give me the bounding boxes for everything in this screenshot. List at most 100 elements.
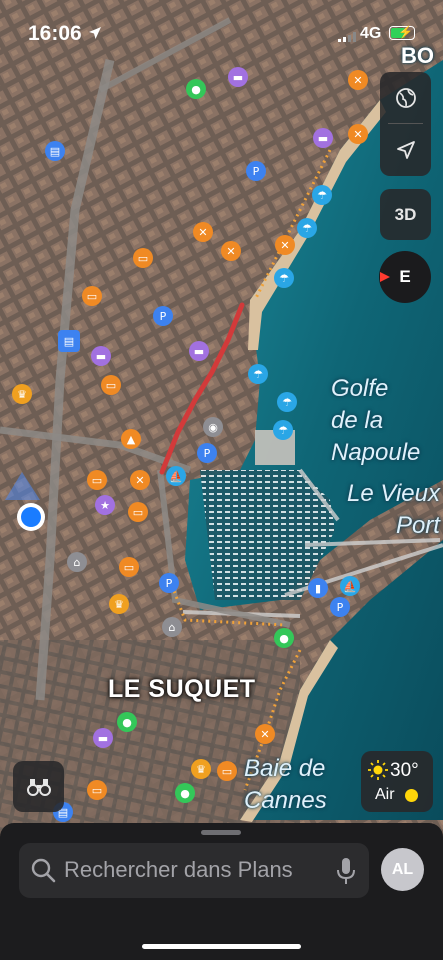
svg-text:▭: ▭ [92, 784, 102, 797]
map-mode-button[interactable] [380, 72, 431, 123]
avatar[interactable]: AL [381, 848, 424, 891]
poi-shop[interactable]: ▭ [87, 470, 107, 490]
poi-transit[interactable]: ▤ [58, 330, 80, 352]
poi-marina[interactable]: ⛵ [340, 576, 360, 596]
poi-beach[interactable]: ☂ [273, 420, 293, 440]
poi-shop[interactable]: ▭ [87, 780, 107, 800]
poi-landmark[interactable]: ★ [95, 495, 115, 515]
poi-shop[interactable]: ▭ [101, 375, 121, 395]
microphone-icon[interactable] [336, 856, 356, 886]
poi-beach[interactable]: ☂ [274, 268, 294, 288]
poi-restaurant[interactable]: ✕ [348, 70, 368, 90]
poi-beach[interactable]: ☂ [312, 185, 332, 205]
svg-text:▤: ▤ [50, 145, 60, 158]
svg-text:▬: ▬ [96, 350, 106, 363]
poi-shop[interactable]: ▭ [128, 502, 148, 522]
poi-park[interactable]: ● [117, 712, 137, 732]
svg-text:▭: ▭ [124, 561, 134, 574]
svg-text:▭: ▭ [138, 252, 148, 265]
poi-marina[interactable]: ⛵ [166, 466, 186, 486]
weather-temperature: 30° [390, 760, 419, 781]
search-icon [31, 858, 56, 883]
svg-text:P: P [253, 165, 260, 178]
current-location-button[interactable] [380, 124, 431, 175]
svg-text:★: ★ [100, 499, 110, 512]
air-quality-indicator [405, 789, 418, 802]
svg-text:●: ● [279, 632, 289, 645]
3d-button[interactable]: 3D [380, 189, 431, 240]
weather-widget[interactable]: 30° Air [361, 751, 433, 812]
poi-church[interactable]: ⌂ [162, 617, 182, 637]
svg-text:♛: ♛ [196, 763, 206, 776]
poi-park[interactable]: ● [175, 783, 195, 803]
search-bar[interactable]: Rechercher dans Plans [19, 843, 369, 898]
poi-hotel[interactable]: ▬ [313, 128, 333, 148]
map-label-baie: Baie de Cannes [244, 755, 327, 814]
svg-text:▭: ▭ [87, 290, 97, 303]
svg-text:✕: ✕ [353, 74, 362, 87]
svg-text:✕: ✕ [353, 128, 362, 141]
poi-landmark[interactable]: ♛ [12, 384, 32, 404]
sun-icon [368, 760, 388, 780]
svg-text:▭: ▭ [92, 474, 102, 487]
poi-landmark[interactable]: ♛ [109, 594, 129, 614]
svg-text:⌂: ⌂ [169, 621, 176, 634]
svg-text:●: ● [122, 716, 132, 729]
poi-beach[interactable]: ☂ [277, 392, 297, 412]
poi-hotel[interactable]: ▬ [189, 341, 209, 361]
svg-text:✕: ✕ [260, 728, 269, 741]
poi-restaurant[interactable]: ✕ [275, 235, 295, 255]
poi-restaurant[interactable]: ✕ [255, 724, 275, 744]
location-arrow-icon [396, 140, 415, 159]
poi-fuel[interactable]: ▮ [308, 578, 328, 598]
poi-cafe[interactable]: ▭ [82, 286, 102, 306]
poi-restaurant[interactable]: ✕ [221, 241, 241, 261]
poi-parking[interactable]: P [330, 597, 350, 617]
poi-shop[interactable]: ▭ [133, 248, 153, 268]
home-indicator[interactable] [142, 944, 301, 949]
svg-text:▮: ▮ [315, 582, 321, 595]
svg-text:P: P [160, 310, 167, 323]
poi-restaurant[interactable]: ✕ [130, 470, 150, 490]
poi-beach[interactable]: ☂ [248, 364, 268, 384]
svg-text:✕: ✕ [198, 226, 207, 239]
poi-beach[interactable]: ☂ [297, 218, 317, 238]
poi-parking[interactable]: P [153, 306, 173, 326]
poi-restaurant[interactable]: ✕ [193, 222, 213, 242]
bottom-sheet[interactable]: Rechercher dans Plans AL [0, 823, 443, 960]
poi-park[interactable]: ● [186, 79, 206, 99]
status-bar: 16:06 4G ⚡ [0, 0, 443, 60]
map-label-vieux-port: Le Vieux Port [347, 480, 440, 539]
poi-parking[interactable]: P [197, 443, 217, 463]
search-placeholder: Rechercher dans Plans [64, 857, 293, 882]
poi-church[interactable]: ⌂ [67, 552, 87, 572]
svg-text:●: ● [191, 83, 201, 96]
poi-theater[interactable]: ◉ [203, 417, 223, 437]
poi-shop[interactable]: ▭ [119, 557, 139, 577]
svg-text:☂: ☂ [302, 222, 312, 235]
svg-text:▤: ▤ [64, 335, 74, 348]
poi-cafe[interactable]: ▭ [217, 761, 237, 781]
svg-text:✕: ✕ [226, 245, 235, 258]
poi-clothing[interactable]: ▲ [121, 429, 141, 449]
svg-text:☂: ☂ [279, 272, 289, 285]
svg-text:▲: ▲ [127, 433, 136, 446]
look-around-button[interactable] [13, 761, 64, 812]
map-controls [380, 72, 431, 176]
svg-text:✕: ✕ [280, 239, 289, 252]
poi-parking[interactable]: P [159, 573, 179, 593]
sheet-grabber[interactable] [201, 830, 241, 835]
svg-text:⛵: ⛵ [343, 580, 357, 593]
svg-text:P: P [166, 577, 173, 590]
poi-park[interactable]: ● [274, 628, 294, 648]
binoculars-icon [26, 778, 51, 796]
poi-restaurant[interactable]: ✕ [348, 124, 368, 144]
poi-hotel[interactable]: ▬ [93, 728, 113, 748]
poi-parking[interactable]: P [246, 161, 266, 181]
poi-landmark[interactable]: ♛ [191, 759, 211, 779]
poi-transit[interactable]: ▤ [45, 141, 65, 161]
compass-button[interactable]: E [379, 251, 431, 303]
poi-hotel[interactable]: ▬ [228, 67, 248, 87]
poi-hotel[interactable]: ▬ [91, 346, 111, 366]
svg-text:▭: ▭ [106, 379, 116, 392]
